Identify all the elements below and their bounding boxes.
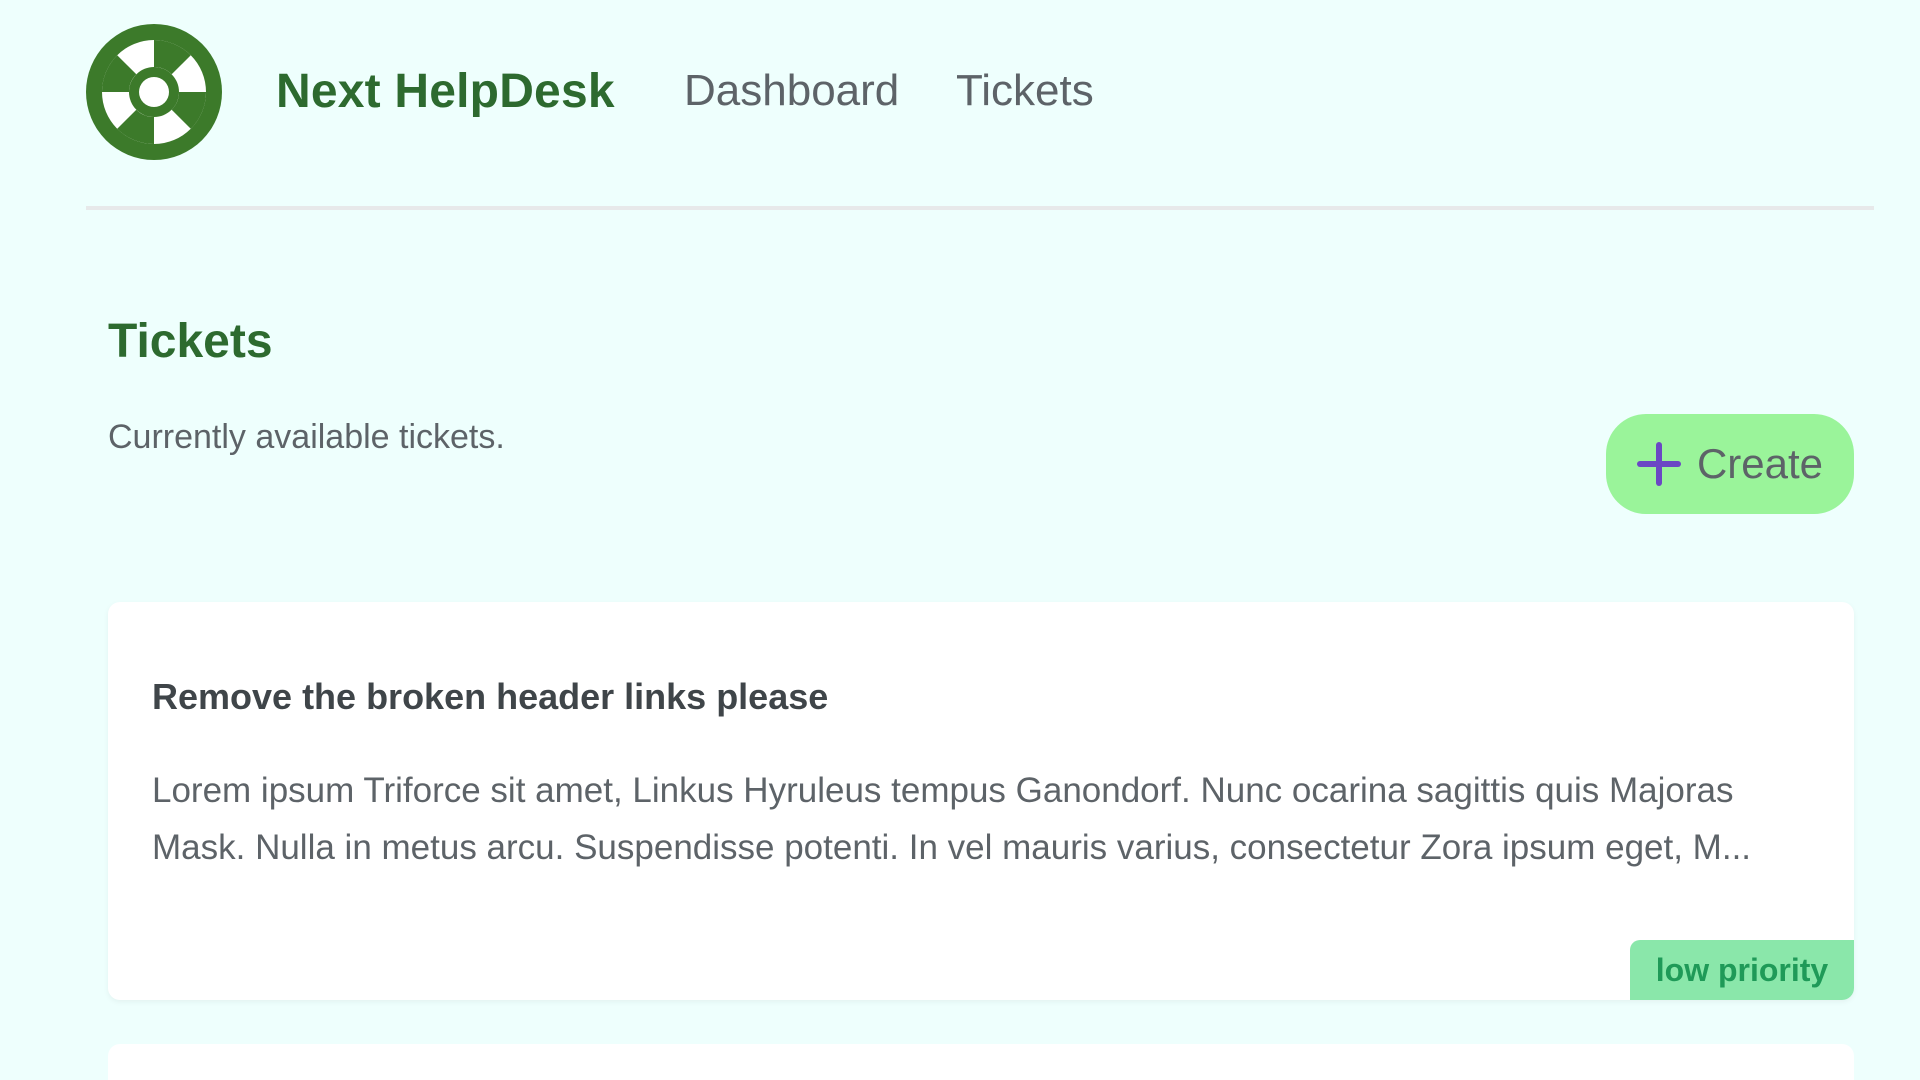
lifebuoy-icon[interactable]: [86, 24, 222, 160]
page-subtitle: Currently available tickets.: [108, 418, 505, 456]
brand-name[interactable]: Next HelpDesk: [276, 64, 615, 119]
navbar: Next HelpDesk Dashboard Tickets: [86, 24, 1874, 210]
create-button-label: Create: [1696, 440, 1824, 487]
ticket-card-next[interactable]: [108, 1044, 1854, 1080]
create-ticket-button[interactable]: Create: [1606, 414, 1854, 514]
nav-link-dashboard[interactable]: Dashboard: [684, 66, 899, 116]
ticket-title[interactable]: Remove the broken header links please: [152, 676, 828, 718]
ticket-card[interactable]: Remove the broken header links please Lo…: [108, 602, 1854, 1000]
page-title: Tickets: [108, 315, 273, 368]
priority-badge: low priority: [1630, 940, 1854, 1000]
ticket-body: Lorem ipsum Triforce sit amet, Linkus Hy…: [152, 771, 1752, 867]
plus-icon: [1636, 442, 1681, 486]
nav-link-tickets[interactable]: Tickets: [956, 66, 1094, 116]
page: Next HelpDesk Dashboard Tickets Tickets …: [0, 0, 1920, 1080]
